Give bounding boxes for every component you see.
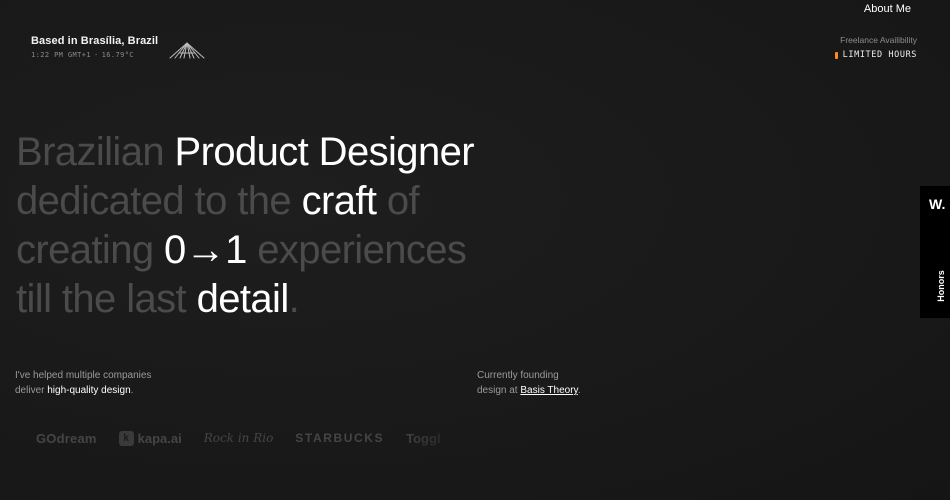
- headline-dim-text: Brazilian: [16, 130, 175, 174]
- headline-line-3: creating 0→1 experiences: [16, 226, 474, 275]
- headline-bright-text: craft: [301, 179, 377, 223]
- status-indicator-icon: [834, 51, 838, 59]
- description-line: design at Basis Theory.: [477, 383, 581, 398]
- description-suffix: .: [577, 385, 581, 396]
- local-temperature: 16.79°C: [101, 51, 134, 59]
- starbucks-logo: STARBUCKS: [295, 431, 385, 445]
- kapa-logo: k kapa.ai: [118, 430, 182, 446]
- headline-dim-text: till the last: [16, 277, 197, 321]
- client-logos: GOdream k kapa.ai Rock in Rio STARBUCKS …: [36, 428, 466, 448]
- page: About Me Based in Brasília, Brazil 1:22 …: [0, 0, 950, 500]
- availability-label: Freelance Availibility: [840, 35, 917, 45]
- local-time: 1:22 PM GMT+1: [31, 51, 91, 59]
- description-prefix: design at: [477, 385, 521, 396]
- headline-bright-text: detail: [196, 277, 290, 321]
- experience-description: I've helped multiple companies deliver h…: [15, 368, 151, 398]
- kapa-wordmark: kapa.ai: [137, 430, 182, 446]
- awwwards-logo-icon: W.: [929, 196, 946, 212]
- toggl-logo: Toggl: [406, 430, 441, 446]
- headline-line-4: till the last detail.: [16, 275, 474, 324]
- availability-status-text: LIMITED HOURS: [842, 50, 917, 60]
- description-line: deliver high-quality design.: [15, 383, 151, 398]
- headline-bright-text: 0→1: [164, 228, 247, 272]
- headline-bright-text: Product Designer: [174, 130, 475, 174]
- headline-dim-text: creating: [16, 228, 165, 272]
- awwwards-honors-tab[interactable]: W. Honors: [920, 186, 950, 318]
- about-me-link[interactable]: About Me: [864, 3, 911, 15]
- meta-separator: ·: [94, 51, 99, 59]
- headline-dim-text: experiences: [246, 228, 467, 272]
- availability-block: Freelance Availibility LIMITED HOURS: [834, 35, 917, 60]
- location-meta: 1:22 PM GMT+1 · 16.79°C: [31, 51, 158, 59]
- basis-theory-link[interactable]: Basis Theory: [520, 385, 577, 396]
- description-emphasis: high-quality design: [47, 385, 131, 396]
- description-line: Currently founding: [477, 370, 559, 381]
- honors-label: Honors: [936, 270, 946, 302]
- goodream-logo: GOdream: [36, 430, 97, 446]
- location-title: Based in Brasília, Brazil: [31, 35, 159, 47]
- description-suffix: .: [130, 385, 134, 396]
- headline-dim-text: .: [288, 277, 300, 321]
- hero-headline: Brazilian Product Designer dedicated to …: [16, 128, 475, 324]
- location-block: Based in Brasília, Brazil 1:22 PM GMT+1 ·…: [31, 35, 158, 59]
- availability-status: LIMITED HOURS: [834, 50, 917, 60]
- description-line: I've helped multiple companies: [15, 370, 152, 381]
- cathedral-icon: [169, 42, 205, 59]
- headline-dim-text: of: [376, 179, 420, 223]
- headline-dim-text: dedicated to the: [16, 179, 302, 223]
- current-role-description: Currently founding design at Basis Theor…: [477, 368, 581, 398]
- rock-in-rio-logo: Rock in Rio: [203, 431, 274, 445]
- kapa-mark-icon: k: [118, 430, 134, 446]
- headline-line-1: Brazilian Product Designer: [16, 128, 475, 177]
- description-prefix: deliver: [15, 385, 48, 396]
- headline-line-2: dedicated to the craft of: [16, 177, 474, 226]
